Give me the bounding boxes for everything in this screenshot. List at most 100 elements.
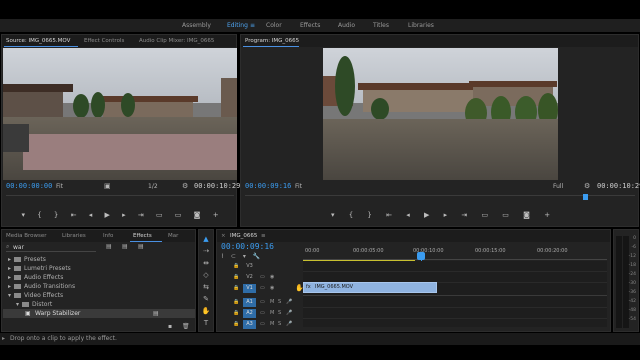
tab-media-browser[interactable]: Media Browser <box>6 233 47 239</box>
sequence-menu-icon[interactable]: ≡ <box>261 233 266 239</box>
source-tabs: Source: IMG_0665.MOV Effect Controls Aud… <box>2 35 236 47</box>
accelerated-effects-icon[interactable]: ▤ <box>106 243 112 250</box>
delete-icon[interactable]: 🗑 <box>182 323 190 330</box>
tab-source[interactable]: Source: IMG_0665.MOV <box>6 38 70 44</box>
insert-icon[interactable]: ▭ <box>156 211 163 219</box>
32bit-effects-icon[interactable]: ▤ <box>122 243 128 250</box>
track-a2[interactable]: 🔒 A2 ▭ M S 🎤 <box>233 308 303 318</box>
type-tool-icon[interactable]: T <box>201 318 211 328</box>
source-resolution-dropdown[interactable]: 1/2 <box>148 183 158 190</box>
wrench-icon[interactable]: ⚙ <box>182 182 188 190</box>
tree-item-distort[interactable]: ▾ Distort <box>16 301 52 308</box>
program-resolution-dropdown[interactable]: Full <box>553 183 563 190</box>
play-icon[interactable]: ▶ <box>104 211 109 219</box>
program-mark-out-icon[interactable]: } <box>367 211 371 219</box>
tab-sequence[interactable]: IMG_0665 <box>230 233 257 239</box>
program-time-ruler[interactable] <box>245 195 635 201</box>
hand-tool-icon[interactable]: ✋ <box>201 306 211 316</box>
program-export-frame-icon[interactable]: ◙ <box>523 211 530 219</box>
track-a3[interactable]: 🔒 A3 ▭ M S 🎤 <box>233 319 303 329</box>
overwrite-icon[interactable]: ▭ <box>175 211 182 219</box>
tab-markers[interactable]: Mar <box>168 233 178 239</box>
tree-item-warp-stabilizer[interactable]: ▣ Warp Stabilizer ▤ <box>3 309 195 318</box>
tab-info[interactable]: Info <box>103 233 113 239</box>
marker-icon[interactable]: ▾ <box>21 211 25 219</box>
track-area[interactable]: fx IMG_0665.MOV <box>303 261 607 327</box>
source-fit-dropdown[interactable]: Fit <box>56 183 63 190</box>
workspace-editing[interactable]: Editing <box>227 22 248 29</box>
pen-tool-icon[interactable]: ✎ <box>201 294 211 304</box>
track-a1[interactable]: 🔒 A1 ▭ M S 🎤 <box>233 297 303 307</box>
tree-item-lumetri-presets[interactable]: ▸ Lumetri Presets <box>8 265 71 272</box>
program-step-forward-icon[interactable]: ▸ <box>444 211 448 219</box>
razor-tool-icon[interactable]: ◇ <box>201 270 211 280</box>
track-select-tool-icon[interactable]: ⇢ <box>201 246 211 256</box>
tab-audio-clip-mixer[interactable]: Audio Clip Mixer: IMG_0665 <box>139 38 214 44</box>
program-go-to-in-icon[interactable]: ⇤ <box>386 211 392 219</box>
add-button-icon[interactable]: + <box>213 211 219 219</box>
source-video-frame[interactable] <box>3 48 237 180</box>
tools-panel: ▲ ⇢ ⇹ ◇ ⇆ ✎ ✋ T <box>198 229 214 332</box>
source-time-ruler[interactable] <box>6 195 234 201</box>
program-timecode[interactable]: 00:00:09:16 <box>245 182 291 190</box>
folder-icon <box>22 302 29 307</box>
go-to-out-icon[interactable]: ⇥ <box>138 211 144 219</box>
tab-effects[interactable]: Effects <box>133 233 152 239</box>
source-timecode[interactable]: 00:00:00:00 <box>6 182 52 190</box>
workspace-color[interactable]: Color <box>266 22 282 29</box>
tree-item-audio-transitions[interactable]: ▸ Audio Transitions <box>8 283 75 290</box>
ripple-edit-tool-icon[interactable]: ⇹ <box>201 258 211 268</box>
program-go-to-out-icon[interactable]: ⇥ <box>461 211 467 219</box>
accelerated-badge-icon: ▤ <box>153 310 159 317</box>
lift-icon[interactable]: ▭ <box>481 211 488 219</box>
workspace-assembly[interactable]: Assembly <box>182 22 211 29</box>
menu-icon[interactable]: ≡ <box>250 22 255 29</box>
tree-item-audio-effects[interactable]: ▸ Audio Effects <box>8 274 63 281</box>
workspace-effects[interactable]: Effects <box>300 22 320 29</box>
tree-item-video-effects[interactable]: ▾ Video Effects <box>8 292 63 299</box>
program-mark-in-icon[interactable]: { <box>349 211 353 219</box>
selection-tool-icon[interactable]: ▲ <box>201 234 211 244</box>
tree-item-presets[interactable]: ▸ Presets <box>8 256 46 263</box>
extract-icon[interactable]: ▭ <box>502 211 509 219</box>
tab-program[interactable]: Program: IMG_0665 <box>245 38 299 44</box>
yuv-effects-icon[interactable]: ▤ <box>138 243 144 250</box>
new-bin-icon[interactable]: ▪ <box>168 323 172 330</box>
track-v3[interactable]: 🔒 V3 <box>233 261 303 271</box>
track-v1[interactable]: 🔒 V1 ▭ ◉ <box>233 283 303 293</box>
step-forward-icon[interactable]: ▸ <box>122 211 126 219</box>
program-playhead[interactable] <box>583 194 588 200</box>
timeline-timecode[interactable]: 00:00:09:16 <box>221 242 274 251</box>
workspace-audio[interactable]: Audio <box>338 22 355 29</box>
program-add-button-icon[interactable]: + <box>544 211 550 219</box>
add-marker-icon[interactable]: ▾ <box>243 253 246 260</box>
program-marker-icon[interactable]: ▾ <box>331 211 335 219</box>
tab-effect-controls[interactable]: Effect Controls <box>84 38 124 44</box>
fx-badge-icon: fx <box>306 284 311 290</box>
program-play-icon[interactable]: ▶ <box>424 211 429 219</box>
timeline-playhead[interactable] <box>417 252 425 260</box>
timeline-settings-icon[interactable]: 🔧 <box>253 253 260 260</box>
mark-out-icon[interactable]: } <box>54 211 58 219</box>
program-fit-dropdown[interactable]: Fit <box>295 183 302 190</box>
timeline-ruler[interactable]: 00:00 00:00:05:00 00:00:10:00 00:00:15:0… <box>303 246 607 262</box>
linked-selection-icon[interactable]: ⊂ <box>231 253 236 260</box>
step-back-icon[interactable]: ◂ <box>89 211 93 219</box>
tab-libraries[interactable]: Libraries <box>62 233 86 239</box>
source-settings-icon[interactable]: ▣ <box>104 182 111 190</box>
snap-icon[interactable]: ⌇ <box>221 253 224 260</box>
program-step-back-icon[interactable]: ◂ <box>406 211 410 219</box>
go-to-in-icon[interactable]: ⇤ <box>71 211 77 219</box>
mark-in-icon[interactable]: { <box>37 211 41 219</box>
program-wrench-icon[interactable]: ⚙ <box>584 182 590 190</box>
close-icon[interactable]: × <box>221 233 226 239</box>
folder-icon <box>14 275 21 280</box>
export-frame-icon[interactable]: ◙ <box>194 211 201 219</box>
track-v2[interactable]: 🔒 V2 ▭ ◉ <box>233 272 303 282</box>
video-clip[interactable]: fx IMG_0665.MOV <box>303 282 437 293</box>
program-video-frame[interactable] <box>323 48 558 180</box>
effects-search-input[interactable]: war ⌕ <box>6 243 96 252</box>
workspace-libraries[interactable]: Libraries <box>408 22 434 29</box>
slip-tool-icon[interactable]: ⇆ <box>201 282 211 292</box>
workspace-titles[interactable]: Titles <box>373 22 389 29</box>
